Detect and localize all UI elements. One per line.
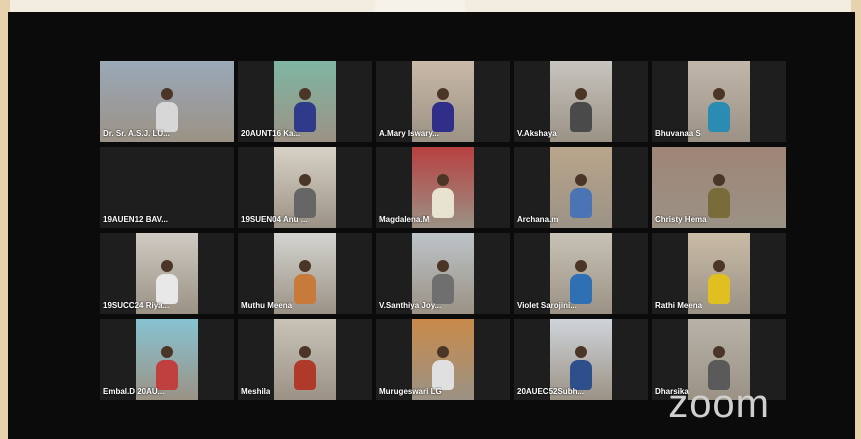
participant-figure: [293, 88, 317, 132]
participant-name: 19SUEN04 Anu ...: [241, 215, 308, 224]
participant-tile[interactable]: Muthu Meena: [238, 233, 372, 314]
participant-figure: [431, 346, 455, 390]
participant-tile[interactable]: Archana.m: [514, 147, 648, 228]
participant-figure: [293, 346, 317, 390]
participant-figure: [707, 174, 731, 218]
zoom-logo: zoom: [668, 382, 770, 426]
participant-figure: [431, 260, 455, 304]
participant-name: V.Akshaya: [517, 129, 557, 138]
gallery-view-grid: Dr. Sr. A.S.J. LU... 20AUNT16 Ka... A.Mary…: [100, 61, 786, 400]
participant-tile[interactable]: Dr. Sr. A.S.J. LU...: [100, 61, 234, 142]
participant-figure: [155, 88, 179, 132]
participant-tile[interactable]: 20AUEC52Subh...: [514, 319, 648, 400]
participant-name: 19SUCC24 Riya...: [103, 301, 170, 310]
participant-tile[interactable]: Rathi Meena: [652, 233, 786, 314]
participant-tile[interactable]: Christy Hema: [652, 147, 786, 228]
participant-tile[interactable]: Murugeswari LG: [376, 319, 510, 400]
participant-figure: [155, 260, 179, 304]
participant-tile[interactable]: Meshila: [238, 319, 372, 400]
participant-tile[interactable]: Bhuvanaa S: [652, 61, 786, 142]
participant-name: Murugeswari LG: [379, 387, 442, 396]
participant-name: 19AUEN12 BAV...: [103, 215, 168, 224]
participant-name: Christy Hema: [655, 215, 707, 224]
participant-name: 20AUNT16 Ka...: [241, 129, 301, 138]
participant-tile[interactable]: V.Akshaya: [514, 61, 648, 142]
participant-figure: [569, 88, 593, 132]
participant-video: [274, 319, 336, 400]
participant-figure: [707, 260, 731, 304]
participant-name: Archana.m: [517, 215, 559, 224]
participant-figure: [431, 174, 455, 218]
participant-tile[interactable]: 20AUNT16 Ka...: [238, 61, 372, 142]
participant-name: Meshila: [241, 387, 271, 396]
participant-name: Bhuvanaa S: [655, 129, 701, 138]
participant-tile[interactable]: Magdalena.M: [376, 147, 510, 228]
participant-figure: [707, 88, 731, 132]
participant-name: Violet Sarojini...: [517, 301, 577, 310]
participant-figure: [431, 88, 455, 132]
participant-figure: [155, 346, 179, 390]
participant-name: Magdalena.M: [379, 215, 430, 224]
participant-tile[interactable]: A.Mary Iswary...: [376, 61, 510, 142]
participant-figure: [569, 346, 593, 390]
participant-video: [550, 147, 612, 228]
participant-tile[interactable]: Embal.D 20AU...: [100, 319, 234, 400]
participant-figure: [569, 174, 593, 218]
participant-figure: [293, 174, 317, 218]
participant-tile[interactable]: 19AUEN12 BAV...: [100, 147, 234, 228]
zoom-meeting-window: Dr. Sr. A.S.J. LU... 20AUNT16 Ka... A.Mary…: [8, 12, 855, 439]
participant-figure: [293, 260, 317, 304]
participant-name: Muthu Meena: [241, 301, 293, 310]
participant-name: Embal.D 20AU...: [103, 387, 165, 396]
participant-name: Rathi Meena: [655, 301, 703, 310]
participant-figure: [569, 260, 593, 304]
participant-name: V.Santhiya Joy...: [379, 301, 442, 310]
participant-name: 20AUEC52Subh...: [517, 387, 585, 396]
participant-name: Dr. Sr. A.S.J. LU...: [103, 129, 170, 138]
participant-video: [550, 61, 612, 142]
participant-tile[interactable]: 19SUEN04 Anu ...: [238, 147, 372, 228]
participant-tile[interactable]: Violet Sarojini...: [514, 233, 648, 314]
participant-name: A.Mary Iswary...: [379, 129, 439, 138]
participant-tile[interactable]: 19SUCC24 Riya...: [100, 233, 234, 314]
participant-tile[interactable]: V.Santhiya Joy...: [376, 233, 510, 314]
